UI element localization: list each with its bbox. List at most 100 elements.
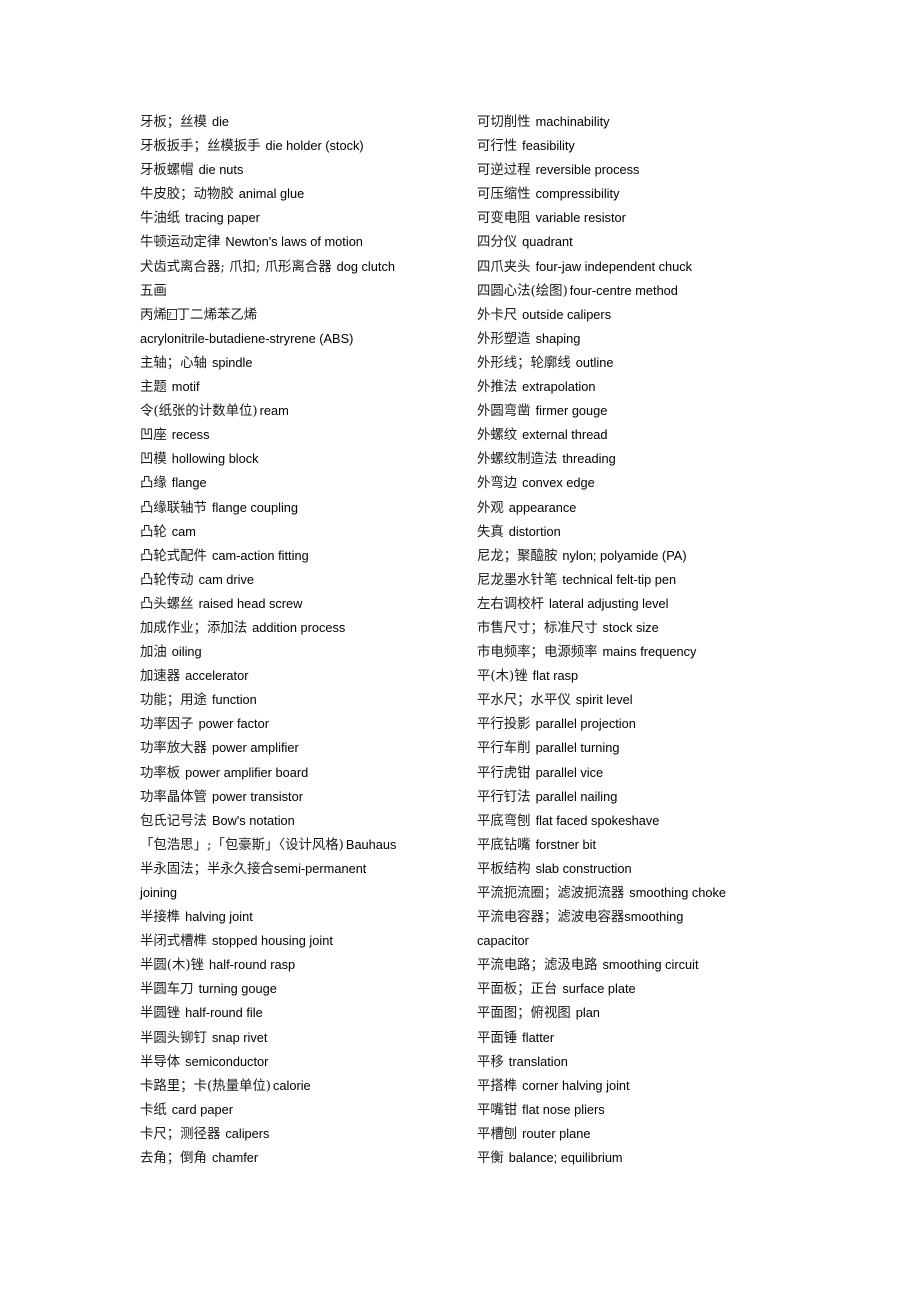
headword-char: 器: [610, 910, 625, 926]
glossary-entry: 令(纸张的计数单位) ream: [140, 399, 452, 423]
entry-headword: 外圆弯凿: [477, 404, 531, 420]
glossary-entry: 可切削性 machinability: [477, 110, 789, 134]
glossary-entry: 平移 translation: [477, 1050, 789, 1074]
headword-char: 滤: [557, 910, 571, 926]
entry-translation: Bow's notation: [211, 812, 295, 828]
entry-translation: machinability: [535, 114, 610, 129]
glossary-entry: 卡尺；测径器 calipers: [140, 1122, 452, 1146]
entry-headword: 凹模: [140, 452, 167, 468]
entry-headword: 平板结构: [477, 861, 531, 877]
entry-translation: power amplifier: [211, 740, 299, 756]
glossary-entry: 去角；倒角 chamfer: [140, 1146, 452, 1170]
entry-headword: 尼龙；聚醯胺: [477, 548, 558, 564]
entry-translation: outside calipers: [522, 306, 612, 322]
entry-headword: 可行性: [477, 139, 518, 155]
glossary-entry: 四圆心法(绘图) four-centre method: [477, 279, 789, 303]
entry-translation: semi-permanent: [273, 860, 367, 876]
glossary-entry: 牛顿运动定律 Newton's laws of motion: [140, 230, 452, 254]
entry-headword: 半圆车刀: [140, 982, 194, 998]
entry-translation: corner halving joint: [522, 1077, 630, 1093]
entry-translation: calorie: [272, 1077, 311, 1093]
entry-translation: distortion: [508, 523, 561, 539]
entry-headword: 包氏记号法: [140, 813, 207, 829]
entry-translation: parallel vice: [535, 764, 604, 780]
entry-headword: 市售尺寸；标准尺寸: [477, 620, 598, 636]
entry-headword: 平面锤: [477, 1030, 518, 1046]
entry-translation: power amplifier board: [185, 764, 309, 780]
headword-char: 二: [190, 307, 204, 323]
entry-headword: 牙板；丝模: [140, 115, 207, 130]
glossary-entry: 失真 distortion: [477, 520, 789, 544]
entry-headword: 外形塑造: [477, 331, 531, 347]
entry-headword: 外观: [477, 500, 504, 516]
entry-headword: 可变电阻: [477, 211, 531, 227]
entry-translation: flange: [171, 475, 207, 491]
entry-translation: halving joint: [185, 909, 253, 925]
entry-translation: surface plate: [562, 981, 636, 997]
entry-headword: 凸缘联轴节: [140, 500, 207, 516]
entry-translation: raised head screw: [198, 595, 303, 611]
entry-translation: half-round file: [185, 1005, 263, 1021]
glossary-entry: 市售尺寸；标准尺寸 stock size: [477, 616, 789, 640]
headword-char: ；: [193, 861, 207, 877]
entry-headword: 犬齿式离合器; 爪扣; 爪形离合器: [140, 259, 332, 275]
headword-char: 固: [166, 861, 181, 877]
entry-headword: 失真: [477, 524, 504, 540]
glossary-entry: 可压缩性 compressibility: [477, 182, 789, 206]
glossary-entry: 丙烯? 丁二烯苯乙烯: [140, 303, 452, 327]
glossary-entry: 平槽刨 router plane: [477, 1122, 789, 1146]
glossary-entry: 平衡 balance; equilibrium: [477, 1146, 789, 1170]
glossary-entry: 牛油纸 tracing paper: [140, 206, 452, 230]
entry-translation: oiling: [171, 644, 202, 660]
glossary-entry: 半永固法；半永久接合semi-permanent: [140, 857, 452, 881]
glossary-entry: 外螺纹制造法 threading: [477, 447, 789, 471]
entry-translation: capacitor: [477, 933, 529, 949]
entry-translation: chamfer: [211, 1150, 259, 1166]
entry-headword: 丙烯? 丁二烯苯乙烯: [140, 304, 452, 328]
entry-translation: lateral adjusting level: [548, 595, 669, 611]
glossary-entry: 平流扼流圈；滤波扼流器 smoothing choke: [477, 881, 789, 905]
glossary-entry: 半接榫 halving joint: [140, 905, 452, 929]
glossary-entry: 凸缘 flange: [140, 471, 452, 495]
glossary-entry: 凸轮式配件 cam-action fitting: [140, 544, 452, 568]
entry-translation: half-round rasp: [209, 957, 296, 973]
entry-translation: parallel nailing: [535, 788, 618, 804]
entry-translation: flange coupling: [211, 499, 299, 515]
entry-translation: router plane: [522, 1125, 591, 1141]
glossary-entry: 凸头螺丝 raised head screw: [140, 592, 452, 616]
missing-glyph-box: ?: [166, 308, 177, 320]
entry-headword: 功率晶体管: [140, 789, 207, 805]
entry-headword: 平面图；俯视图: [477, 1006, 571, 1022]
glossary-entry: 外卡尺 outside calipers: [477, 303, 789, 327]
glossary-entry: 平行虎钳 parallel vice: [477, 761, 789, 785]
headword-char: 永: [153, 861, 167, 877]
glossary-entry: 四爪夹头 four-jaw independent chuck: [477, 255, 789, 279]
entry-translation: technical felt-tip pen: [562, 571, 677, 587]
glossary-entry: 犬齿式离合器; 爪扣; 爪形离合器 dog clutch: [140, 255, 452, 279]
entry-translation: animal glue: [238, 186, 305, 202]
entry-headword: 左右调校杆: [477, 596, 544, 612]
entry-translation: threading: [562, 451, 616, 467]
entry-translation: hollowing block: [171, 451, 259, 467]
entry-headword: 平底弯刨: [477, 813, 531, 829]
entry-translation: calipers: [225, 1125, 270, 1141]
entry-headword: 半圆锉: [140, 1006, 181, 1022]
glossary-entry: 平面板；正台 surface plate: [477, 977, 789, 1001]
entry-translation: joining: [140, 885, 177, 900]
entry-headword: 市电频率；电源频率: [477, 645, 598, 661]
headword-char: ；: [543, 910, 558, 926]
entry-translation: cam-action fitting: [211, 547, 309, 563]
glossary-entry: 平流电容器；滤波电容器smoothing: [477, 905, 789, 929]
glossary-entry: 市电频率；电源频率 mains frequency: [477, 640, 789, 664]
entry-headword: 平槽刨: [477, 1126, 518, 1142]
entry-headword: 外卡尺: [477, 307, 518, 323]
glossary-entry: 半圆车刀 turning gouge: [140, 977, 452, 1001]
entry-translation: snap rivet: [211, 1029, 268, 1045]
glossary-entry: 外观 appearance: [477, 496, 789, 520]
entry-translation: appearance: [508, 499, 577, 515]
entry-translation: shaping: [535, 330, 581, 346]
entry-headword: 功能；用途: [140, 693, 207, 709]
glossary-entry: 平嘴钳 flat nose pliers: [477, 1098, 789, 1122]
entry-headword: 平嘴钳: [477, 1102, 518, 1118]
entry-translation: smoothing circuit: [602, 957, 699, 973]
